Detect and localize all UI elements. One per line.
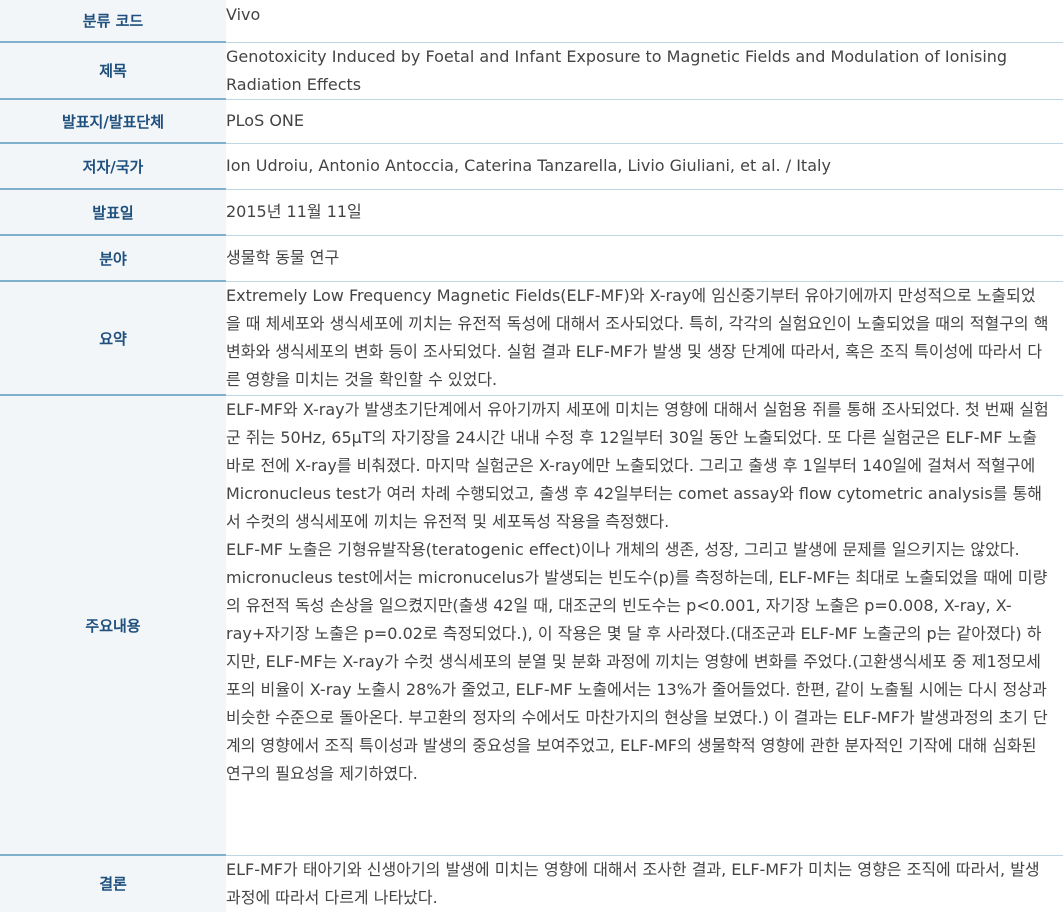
main-content-paragraph-2: ELF-MF 노출은 기형유발작용(teratogenic effect)이나 … (226, 539, 1048, 783)
label-date: 발표일 (0, 189, 226, 236)
authors-text: Ion Udroiu, Antonio Antoccia, Caterina T… (226, 156, 831, 175)
value-conclusion: ELF-MF가 태아기와 신생아기의 발생에 미치는 영향에 대해서 조사한 결… (226, 854, 1063, 912)
row-title: 제목 Genotoxicity Induced by Foetal and In… (0, 42, 1063, 100)
field-text: 생물학 동물 연구 (226, 248, 340, 267)
value-category-code: Vivo (226, 0, 1063, 43)
label-field: 분야 (0, 235, 226, 282)
value-publisher: PLoS ONE (226, 99, 1063, 144)
row-field: 분야 생물학 동물 연구 (0, 235, 1063, 282)
value-date: 2015년 11월 11일 (226, 189, 1063, 236)
publisher-text: PLoS ONE (226, 111, 304, 130)
value-title: Genotoxicity Induced by Foetal and Infan… (226, 42, 1063, 100)
row-category-code: 분류 코드 Vivo (0, 0, 1063, 43)
conclusion-text: ELF-MF가 태아기와 신생아기의 발생에 미치는 영향에 대해서 조사한 결… (226, 859, 1040, 907)
info-table: 분류 코드 Vivo 제목 Genotoxicity Induced by Fo… (0, 0, 1063, 912)
category-code-text: Vivo (226, 5, 261, 24)
value-main-content: ELF-MF와 X-ray가 발생초기단계에서 유아기까지 세포에 미치는 영향… (226, 395, 1063, 856)
value-field: 생물학 동물 연구 (226, 235, 1063, 282)
label-main-content: 주요내용 (0, 395, 226, 856)
main-content-paragraph-1: ELF-MF와 X-ray가 발생초기단계에서 유아기까지 세포에 미치는 영향… (226, 399, 1049, 531)
row-publisher: 발표지/발표단체 PLoS ONE (0, 99, 1063, 144)
row-date: 발표일 2015년 11월 11일 (0, 189, 1063, 236)
label-category-code: 분류 코드 (0, 0, 226, 43)
value-summary: Extremely Low Frequency Magnetic Fields(… (226, 281, 1063, 396)
value-authors: Ion Udroiu, Antonio Antoccia, Caterina T… (226, 143, 1063, 190)
label-authors: 저자/국가 (0, 143, 226, 190)
summary-text: Extremely Low Frequency Magnetic Fields(… (226, 285, 1049, 389)
label-summary: 요약 (0, 281, 226, 396)
row-conclusion: 결론 ELF-MF가 태아기와 신생아기의 발생에 미치는 영향에 대해서 조사… (0, 854, 1063, 912)
date-text: 2015년 11월 11일 (226, 202, 362, 221)
row-summary: 요약 Extremely Low Frequency Magnetic Fiel… (0, 281, 1063, 396)
row-main-content: 주요내용 ELF-MF와 X-ray가 발생초기단계에서 유아기까지 세포에 미… (0, 395, 1063, 856)
label-title: 제목 (0, 42, 226, 100)
label-publisher: 발표지/발표단체 (0, 99, 226, 144)
title-text: Genotoxicity Induced by Foetal and Infan… (226, 46, 1008, 94)
label-conclusion: 결론 (0, 854, 226, 912)
row-authors: 저자/국가 Ion Udroiu, Antonio Antoccia, Cate… (0, 143, 1063, 190)
